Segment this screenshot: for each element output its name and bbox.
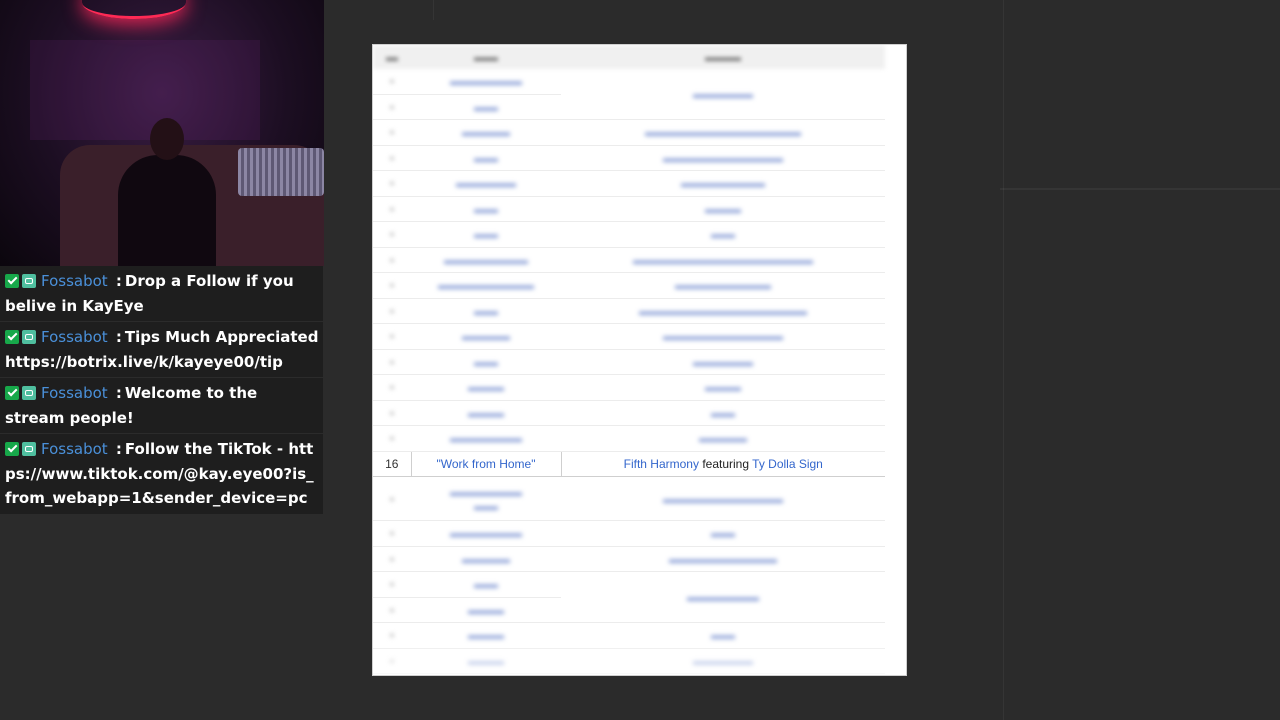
chat-message: Fossabot : Drop a Follow if you belive in… [0, 266, 323, 321]
webcam-feed [0, 0, 324, 266]
table-row: ▪ ▬▬▬▬ ▬▬▬▬▬▬▬▬▬▬▬▬▬ [373, 119, 885, 146]
table-row: ▪▬▬▬▬▬▬▬▬ [373, 571, 885, 623]
bot-badge-icon [22, 386, 36, 400]
background-line [433, 0, 434, 20]
chat-username[interactable]: Fossabot [41, 384, 108, 402]
table-header-row: ▬ ▬▬ ▬▬▬ [373, 45, 885, 69]
table-row: ▪▬▬▬▬▬▬▬▬▬▬▬▬▬▬▬▬ [373, 298, 885, 324]
chat-overlay: Fossabot : Drop a Follow if you belive in… [0, 266, 323, 515]
table-row: ▪▬▬▬▬▬▬▬▬ [373, 520, 885, 547]
chat-username[interactable]: Fossabot [41, 272, 108, 290]
bot-badge-icon [22, 274, 36, 288]
streamer-body [118, 155, 216, 266]
song-table-panel: ▬ ▬▬ ▬▬▬ ▪ ▬▬▬▬▬▬ ▬▬▬▬▬ ▪ ▬▬ ▪ ▬▬▬▬ ▬▬▬▬▬▬▬▬▬… [372, 44, 907, 676]
table-row: ▪▬▬▬▬▬▬ [373, 673, 885, 675]
table-row: ▪▬▬▬▬▬▬▬▬▬▬▬▬ [373, 170, 885, 197]
neon-sign [82, 0, 186, 19]
background-line [1003, 0, 1004, 720]
table-row: ▪ ▬▬▬▬▬▬▬ ▬▬▬▬▬▬▬▬▬▬▬▬▬▬▬ [373, 247, 885, 273]
moderator-badge-icon [5, 330, 19, 344]
table-row: ▪ ▬▬▬▬ ▬▬▬▬▬▬▬▬▬ [373, 546, 885, 572]
webcam-wall [30, 40, 260, 140]
chat-message: Fossabot : Follow the TikTok - https://ww… [0, 434, 323, 514]
table-row: ▪ ▬▬▬▬▬▬ ▬▬▬▬ [373, 425, 885, 452]
song-artist-cell: Fifth Harmony featuring Ty Dolla Sign [561, 450, 885, 477]
song-table: ▬ ▬▬ ▬▬▬ ▪ ▬▬▬▬▬▬ ▬▬▬▬▬ ▪ ▬▬ ▪ ▬▬▬▬ ▬▬▬▬▬▬▬▬▬… [373, 45, 885, 675]
chat-username[interactable]: Fossabot [41, 440, 108, 458]
table-row: ▪▬▬▬▬▬▬ [373, 374, 885, 401]
table-row: ▪▬▬▬▬▬▬▬▬▬▬▬▬ [373, 145, 885, 171]
chat-separator: : [115, 440, 122, 458]
chat-separator: : [115, 272, 122, 290]
table-row: ▪ ▬▬▬▬▬▬ ▬▬ ▬▬▬▬▬▬▬▬▬▬ [373, 476, 885, 521]
table-header-cell: ▬ [373, 45, 411, 69]
featuring-label: featuring [702, 456, 750, 471]
table-row: ▪ ▬▬ ▬▬▬▬▬ [373, 349, 885, 375]
song-number: 16 [373, 450, 411, 477]
table-row: ▪▬▬▬▬▬▬▬▬▬▬▬▬▬▬▬▬ [373, 272, 885, 299]
bot-badge-icon [22, 442, 36, 456]
moderator-badge-icon [5, 442, 19, 456]
artist-link[interactable]: Fifth Harmony [624, 457, 699, 471]
table-row: ▪▬▬▬▬▬ [373, 622, 885, 649]
featured-artist-link[interactable]: Ty Dolla Sign [752, 457, 823, 471]
song-title-link[interactable]: "Work from Home" [410, 450, 562, 477]
table-row: ▪▬▬▬▬▬▬▬▬ [373, 648, 885, 674]
chat-message: Fossabot : Welcome to the stream people! [0, 378, 323, 433]
chat-separator: : [115, 328, 122, 346]
chat-separator: : [115, 384, 122, 402]
moderator-badge-icon [5, 386, 19, 400]
table-row: ▪ ▬▬ ▬▬ [373, 221, 885, 248]
table-row: ▪ ▬▬▬▬ ▬▬▬▬▬▬▬▬▬▬ [373, 323, 885, 350]
streamer-head [150, 118, 184, 160]
table-header-cell: ▬▬ [411, 45, 561, 69]
chat-username[interactable]: Fossabot [41, 328, 108, 346]
background-line [1000, 188, 1280, 190]
bot-badge-icon [22, 330, 36, 344]
moderator-badge-icon [5, 274, 19, 288]
table-row: ▪▬▬▬▬▬ [373, 196, 885, 222]
table-row: ▪ ▬▬▬▬▬▬ ▬▬▬▬▬ [373, 69, 885, 120]
table-row-highlighted[interactable]: 16 "Work from Home" Fifth Harmony featur… [373, 450, 885, 477]
table-header-cell: ▬▬▬ [561, 45, 885, 69]
table-row: ▪▬▬▬▬▬ [373, 400, 885, 426]
chat-message: Fossabot : Tips Much Appreciated https://… [0, 322, 323, 377]
air-conditioner [238, 148, 324, 196]
